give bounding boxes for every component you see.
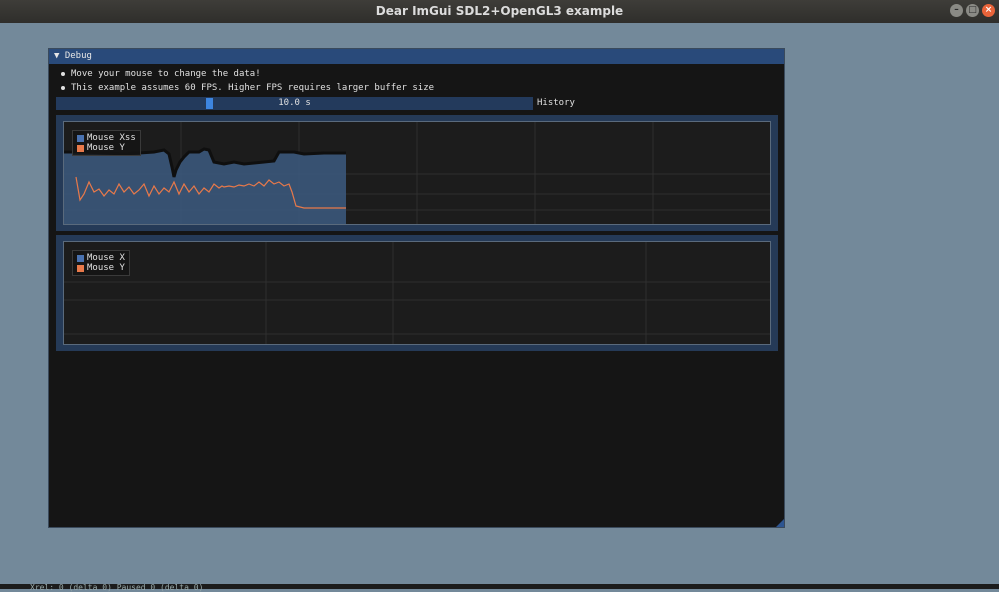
plot-1-legend-item-x[interactable]: Mouse Xss	[77, 133, 136, 143]
plot-2-legend[interactable]: Mouse X Mouse Y	[72, 250, 130, 276]
plot-1-legend[interactable]: Mouse Xss Mouse Y	[72, 130, 141, 156]
swatch-icon	[77, 254, 84, 262]
plot-2-frame: Mouse X Mouse Y	[56, 235, 778, 351]
bullet-text-1: Move your mouse to change the data!	[61, 69, 261, 79]
maximize-button[interactable]: □	[966, 4, 979, 17]
plot-1-series-mouse-x-fill	[64, 149, 346, 224]
bullet-icon	[61, 85, 65, 90]
swatch-icon	[77, 134, 84, 142]
debug-window[interactable]: ▼ Debug Move your mouse to change the da…	[48, 48, 785, 528]
plot-1-legend-item-y[interactable]: Mouse Y	[77, 143, 136, 153]
minimize-button[interactable]: –	[950, 4, 963, 17]
plot-2-legend-item-y[interactable]: Mouse Y	[77, 263, 125, 273]
plot-2-area[interactable]: Mouse X Mouse Y	[63, 241, 771, 345]
history-label: History	[537, 98, 575, 108]
history-slider-value: 10.0 s	[278, 98, 311, 108]
debug-window-titlebar[interactable]: ▼ Debug	[49, 49, 784, 64]
swatch-icon	[77, 144, 84, 152]
bullet-text-2: This example assumes 60 FPS. Higher FPS …	[61, 83, 434, 93]
bullet-icon	[61, 71, 65, 76]
plot-1-svg	[64, 122, 770, 224]
plot-2-svg	[64, 242, 770, 344]
close-button[interactable]: ×	[982, 4, 995, 17]
plot-1-frame: Mouse Xss Mouse Y	[56, 115, 778, 231]
history-slider[interactable]: 10.0 s	[56, 97, 533, 110]
swatch-icon	[77, 264, 84, 272]
app-title: Dear ImGui SDL2+OpenGL3 example	[375, 4, 624, 18]
window-resize-grip[interactable]	[776, 519, 784, 527]
plot-2-legend-item-x[interactable]: Mouse X	[77, 253, 125, 263]
status-text: Xrel: 0 (delta 0) Paused 0 (delta 0)	[30, 583, 204, 592]
plot-1-area[interactable]: Mouse Xss Mouse Y	[63, 121, 771, 225]
app-titlebar: Dear ImGui SDL2+OpenGL3 example – □ ×	[0, 0, 999, 23]
